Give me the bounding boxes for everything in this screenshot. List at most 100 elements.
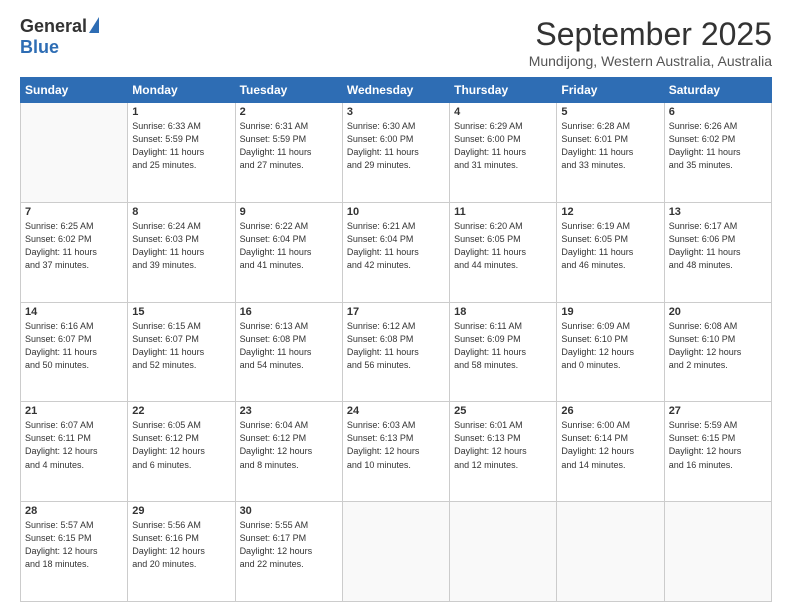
calendar-header-friday: Friday bbox=[557, 78, 664, 103]
calendar-week-3: 14 Sunrise: 6:16 AM Sunset: 6:07 PM Dayli… bbox=[21, 302, 772, 402]
day-number: 24 bbox=[347, 405, 445, 417]
title-area: September 2025 Mundijong, Western Austra… bbox=[529, 16, 772, 69]
calendar-week-4: 21 Sunrise: 6:07 AM Sunset: 6:11 PM Dayli… bbox=[21, 402, 772, 502]
day-number: 17 bbox=[347, 306, 445, 318]
day-number: 21 bbox=[25, 405, 123, 417]
day-number: 6 bbox=[669, 106, 767, 118]
day-number: 26 bbox=[561, 405, 659, 417]
day-info: Sunrise: 6:31 AM Sunset: 5:59 PM Dayligh… bbox=[240, 120, 338, 172]
calendar-header-saturday: Saturday bbox=[664, 78, 771, 103]
day-info: Sunrise: 6:28 AM Sunset: 6:01 PM Dayligh… bbox=[561, 120, 659, 172]
month-title: September 2025 bbox=[529, 16, 772, 53]
calendar-cell: 14 Sunrise: 6:16 AM Sunset: 6:07 PM Dayli… bbox=[21, 302, 128, 402]
day-info: Sunrise: 6:12 AM Sunset: 6:08 PM Dayligh… bbox=[347, 320, 445, 372]
day-info: Sunrise: 6:09 AM Sunset: 6:10 PM Dayligh… bbox=[561, 320, 659, 372]
calendar-cell: 30 Sunrise: 5:55 AM Sunset: 6:17 PM Dayli… bbox=[235, 502, 342, 602]
calendar-header-sunday: Sunday bbox=[21, 78, 128, 103]
day-info: Sunrise: 5:57 AM Sunset: 6:15 PM Dayligh… bbox=[25, 519, 123, 571]
logo-general-text: General bbox=[20, 16, 87, 37]
day-number: 25 bbox=[454, 405, 552, 417]
calendar-cell: 15 Sunrise: 6:15 AM Sunset: 6:07 PM Dayli… bbox=[128, 302, 235, 402]
logo: General Blue bbox=[20, 16, 99, 58]
day-info: Sunrise: 6:01 AM Sunset: 6:13 PM Dayligh… bbox=[454, 419, 552, 471]
calendar-header-wednesday: Wednesday bbox=[342, 78, 449, 103]
day-info: Sunrise: 6:00 AM Sunset: 6:14 PM Dayligh… bbox=[561, 419, 659, 471]
calendar-cell: 10Sunrise: 6:21 AM Sunset: 6:04 PM Dayli… bbox=[342, 202, 449, 302]
day-info: Sunrise: 6:17 AM Sunset: 6:06 PM Dayligh… bbox=[669, 220, 767, 272]
calendar-cell: 6 Sunrise: 6:26 AM Sunset: 6:02 PM Daylig… bbox=[664, 103, 771, 203]
day-number: 28 bbox=[25, 505, 123, 517]
calendar-cell: 20 Sunrise: 6:08 AM Sunset: 6:10 PM Dayli… bbox=[664, 302, 771, 402]
calendar-cell: 5 Sunrise: 6:28 AM Sunset: 6:01 PM Daylig… bbox=[557, 103, 664, 203]
calendar-cell: 26 Sunrise: 6:00 AM Sunset: 6:14 PM Dayli… bbox=[557, 402, 664, 502]
calendar-cell: 27 Sunrise: 5:59 AM Sunset: 6:15 PM Dayli… bbox=[664, 402, 771, 502]
day-number: 16 bbox=[240, 306, 338, 318]
day-number: 12 bbox=[561, 206, 659, 218]
day-number: 18 bbox=[454, 306, 552, 318]
day-number: 15 bbox=[132, 306, 230, 318]
calendar-header-thursday: Thursday bbox=[450, 78, 557, 103]
day-number: 13 bbox=[669, 206, 767, 218]
calendar-cell bbox=[342, 502, 449, 602]
calendar-cell: 19 Sunrise: 6:09 AM Sunset: 6:10 PM Dayli… bbox=[557, 302, 664, 402]
day-number: 30 bbox=[240, 505, 338, 517]
day-info: Sunrise: 5:55 AM Sunset: 6:17 PM Dayligh… bbox=[240, 519, 338, 571]
day-info: Sunrise: 6:16 AM Sunset: 6:07 PM Dayligh… bbox=[25, 320, 123, 372]
day-info: Sunrise: 6:19 AM Sunset: 6:05 PM Dayligh… bbox=[561, 220, 659, 272]
calendar: SundayMondayTuesdayWednesdayThursdayFrid… bbox=[20, 77, 772, 602]
day-number: 11 bbox=[454, 206, 552, 218]
day-info: Sunrise: 6:22 AM Sunset: 6:04 PM Dayligh… bbox=[240, 220, 338, 272]
day-info: Sunrise: 6:13 AM Sunset: 6:08 PM Dayligh… bbox=[240, 320, 338, 372]
calendar-cell: 4Sunrise: 6:29 AM Sunset: 6:00 PM Daylig… bbox=[450, 103, 557, 203]
day-number: 3 bbox=[347, 106, 445, 118]
day-info: Sunrise: 6:04 AM Sunset: 6:12 PM Dayligh… bbox=[240, 419, 338, 471]
day-info: Sunrise: 6:05 AM Sunset: 6:12 PM Dayligh… bbox=[132, 419, 230, 471]
day-number: 29 bbox=[132, 505, 230, 517]
calendar-week-5: 28 Sunrise: 5:57 AM Sunset: 6:15 PM Dayli… bbox=[21, 502, 772, 602]
calendar-cell: 25 Sunrise: 6:01 AM Sunset: 6:13 PM Dayli… bbox=[450, 402, 557, 502]
calendar-cell: 9Sunrise: 6:22 AM Sunset: 6:04 PM Daylig… bbox=[235, 202, 342, 302]
subtitle: Mundijong, Western Australia, Australia bbox=[529, 53, 772, 69]
calendar-header-monday: Monday bbox=[128, 78, 235, 103]
calendar-cell bbox=[21, 103, 128, 203]
day-number: 20 bbox=[669, 306, 767, 318]
day-info: Sunrise: 6:29 AM Sunset: 6:00 PM Dayligh… bbox=[454, 120, 552, 172]
calendar-cell: 23Sunrise: 6:04 AM Sunset: 6:12 PM Dayli… bbox=[235, 402, 342, 502]
calendar-cell: 28 Sunrise: 5:57 AM Sunset: 6:15 PM Dayli… bbox=[21, 502, 128, 602]
calendar-week-1: 1 Sunrise: 6:33 AM Sunset: 5:59 PM Daylig… bbox=[21, 103, 772, 203]
day-number: 27 bbox=[669, 405, 767, 417]
day-number: 19 bbox=[561, 306, 659, 318]
day-info: Sunrise: 6:03 AM Sunset: 6:13 PM Dayligh… bbox=[347, 419, 445, 471]
calendar-cell: 7Sunrise: 6:25 AM Sunset: 6:02 PM Daylig… bbox=[21, 202, 128, 302]
calendar-cell bbox=[557, 502, 664, 602]
calendar-cell: 16 Sunrise: 6:13 AM Sunset: 6:08 PM Dayli… bbox=[235, 302, 342, 402]
day-info: Sunrise: 6:20 AM Sunset: 6:05 PM Dayligh… bbox=[454, 220, 552, 272]
day-info: Sunrise: 6:33 AM Sunset: 5:59 PM Dayligh… bbox=[132, 120, 230, 172]
day-info: Sunrise: 6:30 AM Sunset: 6:00 PM Dayligh… bbox=[347, 120, 445, 172]
calendar-cell bbox=[664, 502, 771, 602]
day-number: 5 bbox=[561, 106, 659, 118]
calendar-cell: 17 Sunrise: 6:12 AM Sunset: 6:08 PM Dayli… bbox=[342, 302, 449, 402]
calendar-cell: 29 Sunrise: 5:56 AM Sunset: 6:16 PM Dayli… bbox=[128, 502, 235, 602]
day-info: Sunrise: 5:56 AM Sunset: 6:16 PM Dayligh… bbox=[132, 519, 230, 571]
calendar-cell: 3 Sunrise: 6:30 AM Sunset: 6:00 PM Daylig… bbox=[342, 103, 449, 203]
day-info: Sunrise: 6:08 AM Sunset: 6:10 PM Dayligh… bbox=[669, 320, 767, 372]
header: General Blue September 2025 Mundijong, W… bbox=[20, 16, 772, 69]
calendar-header-row: SundayMondayTuesdayWednesdayThursdayFrid… bbox=[21, 78, 772, 103]
calendar-cell bbox=[450, 502, 557, 602]
day-info: Sunrise: 6:07 AM Sunset: 6:11 PM Dayligh… bbox=[25, 419, 123, 471]
calendar-week-2: 7Sunrise: 6:25 AM Sunset: 6:02 PM Daylig… bbox=[21, 202, 772, 302]
calendar-cell: 24 Sunrise: 6:03 AM Sunset: 6:13 PM Dayli… bbox=[342, 402, 449, 502]
calendar-cell: 13 Sunrise: 6:17 AM Sunset: 6:06 PM Dayli… bbox=[664, 202, 771, 302]
day-number: 1 bbox=[132, 106, 230, 118]
day-info: Sunrise: 6:26 AM Sunset: 6:02 PM Dayligh… bbox=[669, 120, 767, 172]
day-number: 14 bbox=[25, 306, 123, 318]
calendar-cell: 2Sunrise: 6:31 AM Sunset: 5:59 PM Daylig… bbox=[235, 103, 342, 203]
day-info: Sunrise: 6:15 AM Sunset: 6:07 PM Dayligh… bbox=[132, 320, 230, 372]
logo-triangle-icon bbox=[89, 17, 99, 33]
calendar-cell: 1 Sunrise: 6:33 AM Sunset: 5:59 PM Daylig… bbox=[128, 103, 235, 203]
calendar-cell: 8Sunrise: 6:24 AM Sunset: 6:03 PM Daylig… bbox=[128, 202, 235, 302]
day-info: Sunrise: 5:59 AM Sunset: 6:15 PM Dayligh… bbox=[669, 419, 767, 471]
day-info: Sunrise: 6:24 AM Sunset: 6:03 PM Dayligh… bbox=[132, 220, 230, 272]
calendar-cell: 11 Sunrise: 6:20 AM Sunset: 6:05 PM Dayli… bbox=[450, 202, 557, 302]
